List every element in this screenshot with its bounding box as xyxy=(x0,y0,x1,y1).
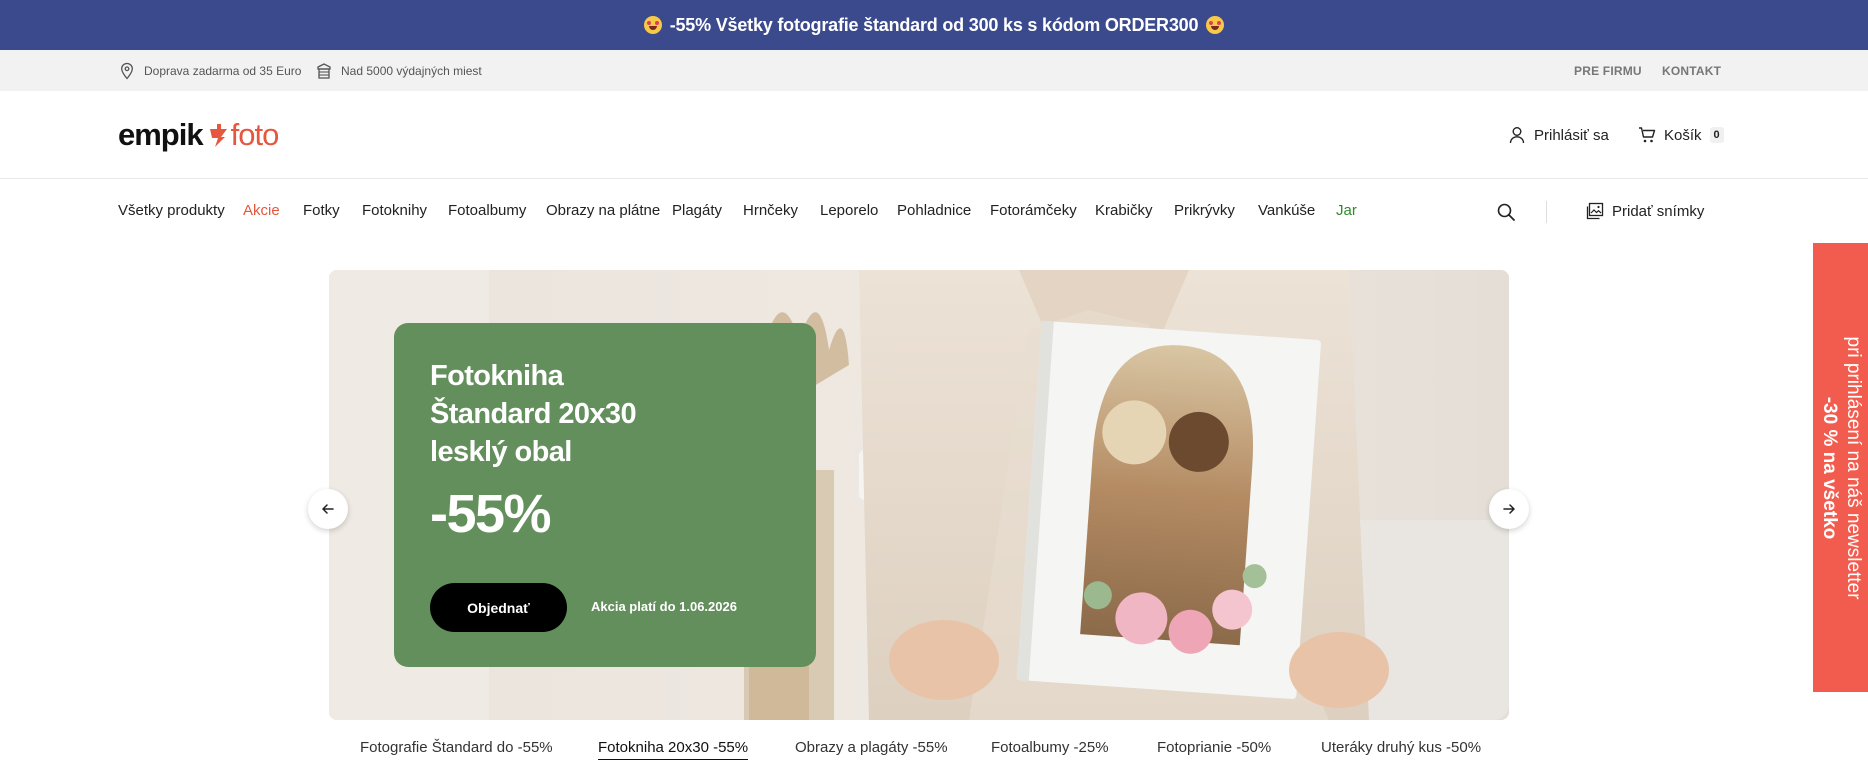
nav-item-pillows[interactable]: Vankúše xyxy=(1258,202,1315,219)
logo-mark-icon xyxy=(207,121,229,149)
promo-title: Fotokniha Štandard 20x30 lesklý obal xyxy=(430,357,730,471)
cart-button[interactable]: Košík 0 xyxy=(1638,122,1724,148)
add-photos-button[interactable]: Pridať snímky xyxy=(1586,202,1704,220)
promo-card: Fotokniha Štandard 20x30 lesklý obal -55… xyxy=(394,323,816,667)
login-button[interactable]: Prihlásiť sa xyxy=(1508,122,1609,148)
star-struck-emoji-icon xyxy=(643,16,662,34)
carousel-next-button[interactable] xyxy=(1489,489,1529,529)
carousel-tab-active[interactable]: Fotokniha 20x30 -55% xyxy=(598,739,749,760)
promo-banner-text: -55% Všetky fotografie štandard od 300 k… xyxy=(669,14,1199,35)
nav-item-leporello[interactable]: Leporelo xyxy=(820,202,878,219)
main-nav: Všetky produkty Akcie Fotky Fotoknihy Fo… xyxy=(0,180,1868,242)
parcel-locker-icon xyxy=(317,62,331,79)
promo-title-line: lesklý obal xyxy=(430,436,572,468)
nav-item-canvas[interactable]: Obrazy na plátne xyxy=(546,202,660,219)
nav-item-photobooks[interactable]: Fotoknihy xyxy=(362,202,427,219)
nav-item-blankets[interactable]: Prikrývky xyxy=(1174,202,1235,219)
nav-item-mugs[interactable]: Hrnčeky xyxy=(743,202,798,219)
user-icon xyxy=(1509,127,1525,144)
newsletter-side-tab[interactable]: pri prihlásení na náš newsletter -30 % n… xyxy=(1813,243,1868,692)
logo-foto-text: foto xyxy=(230,117,280,152)
nav-item-postcards[interactable]: Pohladnice xyxy=(897,202,971,219)
carousel-prev-button[interactable] xyxy=(308,489,348,529)
pickup-info: Nad 5000 výdajných miest xyxy=(315,50,482,91)
login-label: Prihlásiť sa xyxy=(1534,126,1609,144)
shopping-cart-icon xyxy=(1639,127,1656,143)
promo-discount: -55% xyxy=(430,484,552,544)
shipping-text: Doprava zadarma od 35 Euro xyxy=(144,63,302,78)
contact-link[interactable]: KONTAKT xyxy=(1662,50,1721,91)
add-photos-label: Pridať snímky xyxy=(1612,202,1705,220)
cart-label: Košík xyxy=(1664,126,1702,144)
arrow-left-icon xyxy=(322,504,334,514)
promo-title-line: Fotokniha xyxy=(430,360,564,392)
hero-banner[interactable]: Fotokniha Štandard 20x30 lesklý obal -55… xyxy=(329,270,1509,720)
arrow-right-icon xyxy=(1503,504,1515,514)
carousel-tabs: Fotografie Štandard do -55% Fotokniha 20… xyxy=(0,735,1868,767)
nav-item-posters[interactable]: Plagáty xyxy=(672,202,722,219)
empik-foto-logo[interactable]: empik foto xyxy=(118,115,280,155)
nav-item-photos[interactable]: Fotky xyxy=(303,202,340,219)
info-bar: Doprava zadarma od 35 Euro Nad 5000 výda… xyxy=(0,50,1868,91)
logo-empik-text: empik xyxy=(118,117,204,152)
star-struck-emoji-icon xyxy=(1206,16,1225,34)
nav-item-spring[interactable]: Jar xyxy=(1336,202,1357,219)
promo-banner[interactable]: -55% Všetky fotografie štandard od 300 k… xyxy=(0,0,1868,50)
carousel-tab[interactable]: Fotoprianie -50% xyxy=(1157,739,1271,759)
cart-count-badge: 0 xyxy=(1709,127,1724,143)
nav-item-photo-albums[interactable]: Fotoalbumy xyxy=(448,202,526,219)
newsletter-tab-text: pri prihlásení na náš newsletter -30 % n… xyxy=(1817,248,1865,688)
newsletter-tab-title: -30 % na všetko xyxy=(1818,396,1840,539)
header: empik foto Prihlásiť sa Košík 0 xyxy=(0,91,1868,179)
carousel-tab[interactable]: Fotoalbumy -25% xyxy=(991,739,1109,759)
carousel-tab[interactable]: Uteráky druhý kus -50% xyxy=(1321,739,1481,759)
shipping-info: Doprava zadarma od 35 Euro xyxy=(118,50,301,91)
nav-item-sales[interactable]: Akcie xyxy=(243,202,280,219)
newsletter-tab-subtitle: pri prihlásení na náš newsletter xyxy=(1842,336,1864,599)
carousel-tab[interactable]: Fotografie Štandard do -55% xyxy=(360,739,553,759)
search-icon[interactable] xyxy=(1496,202,1516,222)
image-upload-icon xyxy=(1586,202,1604,220)
order-button[interactable]: Objednať xyxy=(430,583,567,632)
nav-item-all-products[interactable]: Všetky produkty xyxy=(118,202,225,219)
promo-title-line: Štandard 20x30 xyxy=(430,398,637,430)
nav-divider xyxy=(1546,201,1547,223)
nav-item-frames[interactable]: Fotorámčeky xyxy=(990,202,1077,219)
carousel-tab[interactable]: Obrazy a plagáty -55% xyxy=(795,739,948,759)
location-pin-icon xyxy=(121,62,133,79)
business-link[interactable]: PRE FIRMU xyxy=(1574,50,1642,91)
pickup-text: Nad 5000 výdajných miest xyxy=(341,63,482,78)
nav-item-boxes[interactable]: Krabičky xyxy=(1095,202,1153,219)
promo-validity-text: Akcia platí do 1.06.2026 xyxy=(591,599,737,614)
